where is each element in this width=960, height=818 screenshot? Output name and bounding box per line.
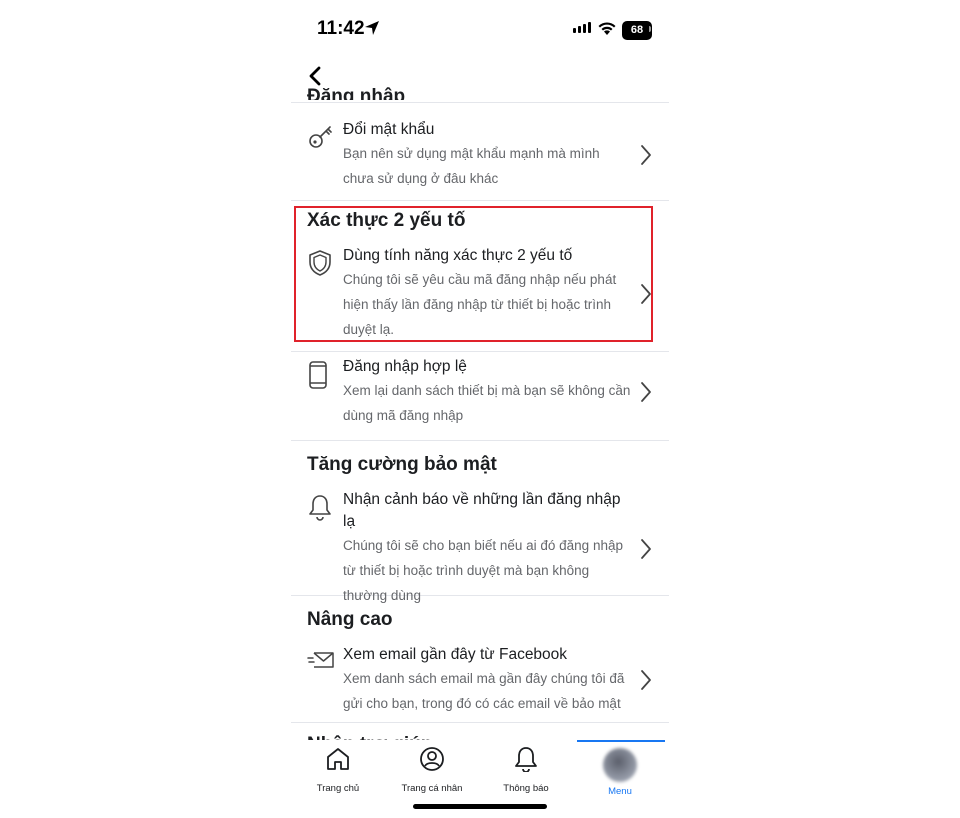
chevron-right-icon <box>641 382 651 402</box>
key-icon <box>309 126 332 148</box>
section-get-help: Nhận trợ giúp <box>291 723 669 740</box>
authorized-logins-item[interactable]: Đăng nhập hợp lệ Xem lại danh sách thiết… <box>291 356 669 428</box>
section-advanced: Nâng cao Xem email gần đây từ Facebook X… <box>291 596 669 723</box>
login-alerts-item[interactable]: Nhận cảnh báo về những lần đăng nhập lạ … <box>291 489 669 608</box>
two-factor-title: Dùng tính năng xác thực 2 yếu tố <box>343 247 573 264</box>
battery-indicator: 68 <box>622 21 652 40</box>
tab-home-label: Trang chủ <box>316 783 360 794</box>
tab-profile-label: Trang cá nhân <box>401 783 463 794</box>
two-factor-heading: Xác thực 2 yếu tố <box>307 210 466 231</box>
chevron-right-icon <box>641 145 651 165</box>
tab-notifications-label: Thông báo <box>503 783 549 794</box>
tab-menu[interactable]: Menu <box>575 746 665 797</box>
profile-icon <box>420 747 444 771</box>
home-icon <box>327 748 349 770</box>
change-password-title: Đổi mật khẩu <box>343 121 435 138</box>
authorized-logins-desc: Xem lại danh sách thiết bị mà bạn sẽ khô… <box>343 383 631 423</box>
authorized-logins-title: Đăng nhập hợp lệ <box>343 358 467 375</box>
login-alerts-title: Nhận cảnh báo về những lần đăng nhập lạ <box>343 491 621 530</box>
two-factor-item[interactable]: Dùng tính năng xác thực 2 yếu tố Chúng t… <box>291 245 669 342</box>
recent-emails-desc: Xem danh sách email mà gần đây chúng tôi… <box>343 671 625 711</box>
recent-emails-title: Xem email gần đây từ Facebook <box>343 646 568 663</box>
active-tab-indicator <box>577 740 665 742</box>
shield-icon <box>309 250 331 276</box>
bell-icon <box>309 495 331 521</box>
section-change-password: Đổi mật khẩu Bạn nên sử dụng mật khẩu mạ… <box>291 103 669 201</box>
change-password-desc: Bạn nên sử dụng mật khẩu mạnh mà mình ch… <box>343 146 600 186</box>
avatar <box>603 748 637 782</box>
chevron-right-icon <box>641 670 651 690</box>
phone-icon <box>309 361 327 389</box>
section-extra-security: Tăng cường bảo mật Nhận cảnh báo về nhữn… <box>291 441 669 603</box>
tab-menu-label: Menu <box>608 786 632 797</box>
phone-screen: 11:42 68 Đăng nhập Đổi mật khẩu Bạn nên … <box>291 0 669 818</box>
home-indicator <box>413 804 547 809</box>
cellular-signal-icon <box>573 22 591 33</box>
back-arrow-icon[interactable] <box>307 66 323 86</box>
wifi-icon <box>598 22 616 35</box>
bell-icon <box>515 747 537 773</box>
status-time: 11:42 <box>317 18 365 39</box>
tab-notifications[interactable]: Thông báo <box>481 746 571 794</box>
section-two-factor: Xác thực 2 yếu tố Dùng tính năng xác thự… <box>291 201 669 352</box>
chevron-right-icon <box>641 538 651 559</box>
extra-security-heading: Tăng cường bảo mật <box>307 454 497 475</box>
two-factor-desc: Chúng tôi sẽ yêu cầu mã đăng nhập nếu ph… <box>343 272 617 337</box>
settings-scroll-area[interactable]: Đổi mật khẩu Bạn nên sử dụng mật khẩu mạ… <box>291 103 669 740</box>
tab-home[interactable]: Trang chủ <box>293 746 383 794</box>
get-help-heading: Nhận trợ giúp <box>291 723 669 740</box>
location-arrow-icon <box>365 21 379 35</box>
tab-profile[interactable]: Trang cá nhân <box>387 746 477 794</box>
email-icon <box>307 652 334 668</box>
login-alerts-desc: Chúng tôi sẽ cho bạn biết nếu ai đó đăng… <box>343 538 623 603</box>
change-password-item[interactable]: Đổi mật khẩu Bạn nên sử dụng mật khẩu mạ… <box>291 119 669 191</box>
section-authorized-logins: Đăng nhập hợp lệ Xem lại danh sách thiết… <box>291 352 669 441</box>
chevron-right-icon <box>641 283 651 304</box>
recent-emails-item[interactable]: Xem email gần đây từ Facebook Xem danh s… <box>291 644 669 716</box>
